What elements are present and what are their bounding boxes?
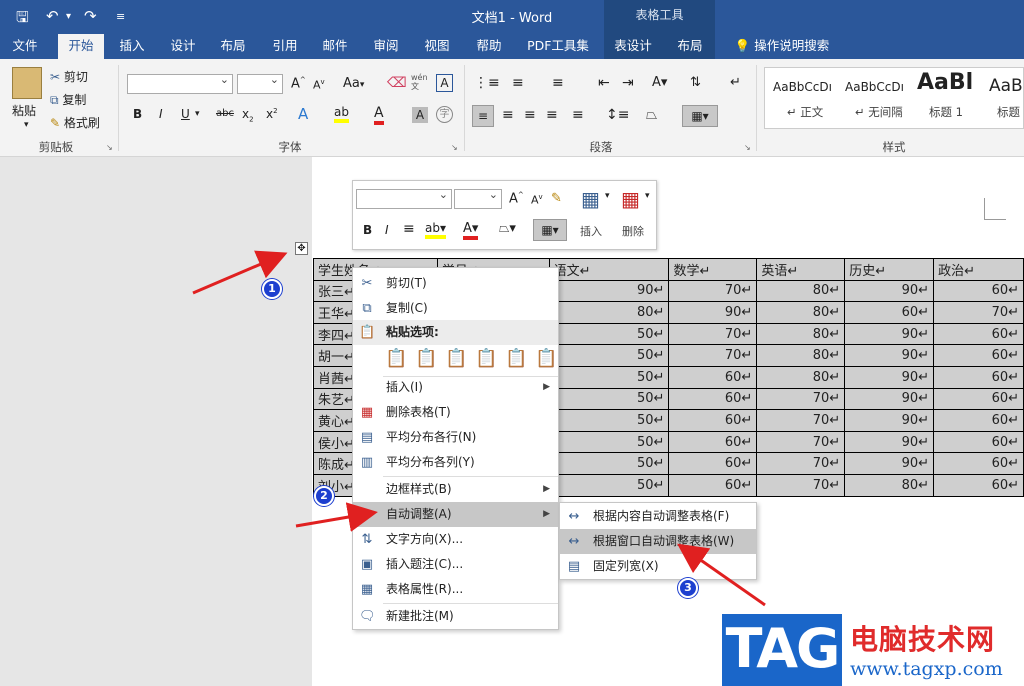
step-3-badge: 3	[678, 578, 698, 598]
step-1-badge: 1	[262, 279, 282, 299]
watermark-site-name: 电脑技术网	[850, 623, 996, 656]
annotation-arrows	[192, 250, 766, 607]
step-2-badge: 2	[314, 486, 334, 506]
watermark-logo: TAG	[722, 614, 842, 686]
watermark-url: www.tagxp.com	[850, 658, 1003, 680]
arrow-3	[677, 543, 766, 607]
watermark: TAG 电脑技术网 www.tagxp.com	[722, 614, 1024, 686]
arrow-2	[295, 502, 378, 532]
